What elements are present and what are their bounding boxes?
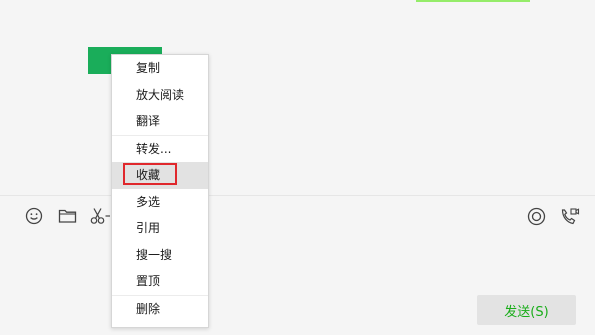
folder-icon[interactable] (58, 207, 77, 225)
menu-group-basic: 复制 放大阅读 翻译 (112, 55, 208, 136)
menu-item-copy[interactable]: 复制 (112, 55, 208, 82)
emoji-icon[interactable] (25, 207, 43, 225)
menu-item-search[interactable]: 搜一搜 (112, 242, 208, 269)
menu-item-translate[interactable]: 翻译 (112, 108, 208, 135)
menu-item-favorite[interactable]: 收藏 (112, 162, 208, 189)
chat-message-area (0, 0, 595, 195)
outgoing-message-bubble[interactable] (416, 0, 530, 2)
menu-group-actions: 转发... 收藏 多选 引用 搜一搜 置顶 (112, 136, 208, 296)
menu-item-forward[interactable]: 转发... (112, 136, 208, 163)
live-icon[interactable] (527, 207, 546, 226)
message-context-menu: 复制 放大阅读 翻译 转发... 收藏 多选 引用 搜一搜 置顶 删除 (111, 54, 209, 328)
video-call-icon[interactable] (560, 207, 580, 226)
menu-item-delete[interactable]: 删除 (112, 296, 208, 323)
menu-item-pin[interactable]: 置顶 (112, 268, 208, 295)
menu-item-quote[interactable]: 引用 (112, 215, 208, 242)
input-area[interactable]: 发送(S) (0, 196, 595, 335)
scissors-icon[interactable] (90, 207, 112, 225)
menu-group-delete: 删除 (112, 296, 208, 323)
menu-item-multi-select[interactable]: 多选 (112, 189, 208, 216)
send-button[interactable]: 发送(S) (477, 295, 576, 325)
menu-item-zoom-read[interactable]: 放大阅读 (112, 82, 208, 109)
annotation-highlight-box (123, 163, 177, 185)
